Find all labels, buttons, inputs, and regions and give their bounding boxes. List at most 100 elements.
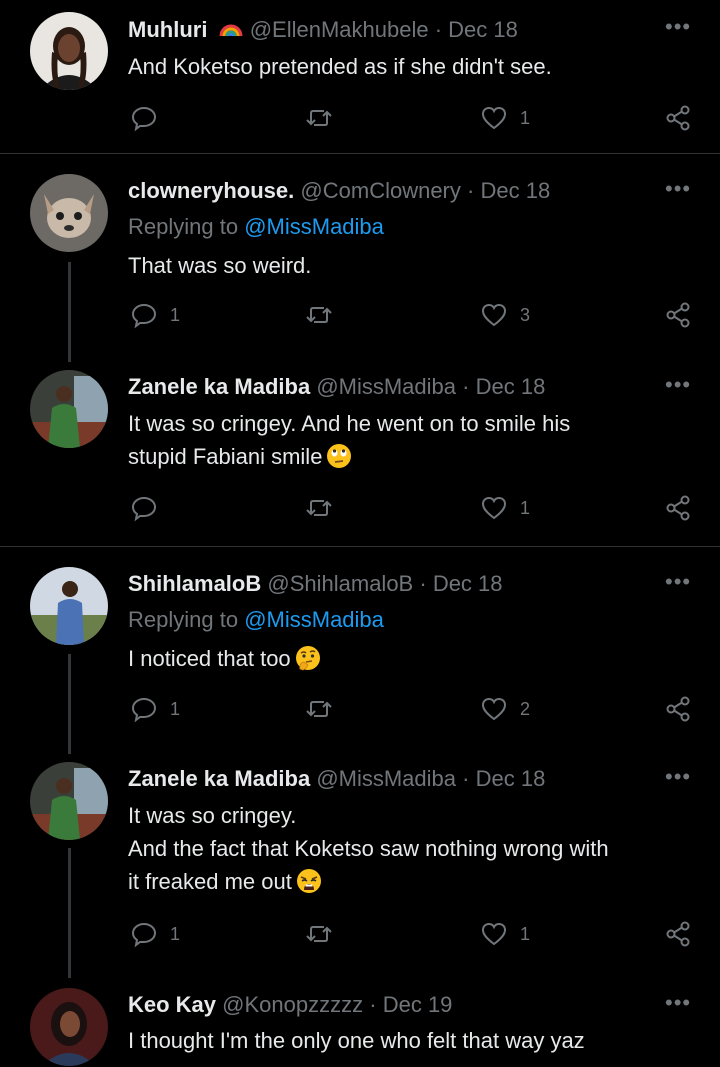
avatar[interactable] <box>30 370 108 448</box>
share-button[interactable] <box>664 695 692 723</box>
display-name[interactable]: clowneryhouse. <box>128 178 294 203</box>
like-count: 1 <box>520 107 531 128</box>
share-button[interactable] <box>664 494 692 522</box>
tweet[interactable]: Keo Kay @Konopzzzzz · Dec 19 ••• I thoug… <box>0 978 720 1067</box>
heart-icon <box>480 494 508 522</box>
retweet-button[interactable] <box>305 494 345 522</box>
reply-button[interactable]: 1 <box>130 920 180 948</box>
avatar[interactable] <box>30 762 108 840</box>
tweet-text-line: It was so cringey. And he went on to smi… <box>128 411 571 436</box>
tweet-text-line-content: it freaked me out <box>128 869 292 894</box>
thinking-face-icon <box>291 646 321 671</box>
display-name[interactable]: Muhluri <box>128 17 207 42</box>
timestamp[interactable]: Dec 18 <box>476 374 546 399</box>
display-name[interactable]: Zanele ka Madiba <box>128 766 310 791</box>
tweet-text-line: That was so weird. <box>128 253 312 278</box>
weary-face-icon <box>292 869 322 894</box>
replying-to-label: Replying to <box>128 214 239 239</box>
handle[interactable]: @ComClownery <box>300 178 460 203</box>
handle[interactable]: @EllenMakhubele <box>250 17 429 42</box>
separator: · <box>434 17 443 42</box>
reply-icon <box>130 695 158 723</box>
avatar[interactable] <box>30 12 108 90</box>
share-icon <box>664 104 692 132</box>
separator: · <box>419 571 427 596</box>
tweet-text-line: stupid Fabiani smile <box>128 440 698 473</box>
rainbow-icon <box>214 17 250 42</box>
heart-icon <box>480 301 508 329</box>
avatar[interactable] <box>30 988 108 1066</box>
tweet-text-line: it freaked me out <box>128 865 698 898</box>
tweet[interactable]: Muhluri @EllenMakhubele · Dec 18 ••• And… <box>0 0 720 153</box>
tweet-text-line-content: I noticed that too <box>128 646 291 671</box>
like-count: 2 <box>520 698 531 719</box>
retweet-icon <box>305 494 333 522</box>
like-button[interactable]: 1 <box>480 494 530 522</box>
handle[interactable]: @MissMadiba <box>316 374 456 399</box>
mention-link[interactable]: @MissMadiba <box>244 214 384 239</box>
tweet-text: I noticed that too <box>128 642 698 675</box>
tweet-text: I thought I'm the only one who felt that… <box>128 1024 698 1057</box>
more-options-icon[interactable]: ••• <box>665 14 691 40</box>
avatar[interactable] <box>30 174 108 252</box>
more-options-icon[interactable]: ••• <box>665 176 691 202</box>
share-button[interactable] <box>664 104 692 132</box>
like-button[interactable]: 2 <box>480 695 530 723</box>
retweet-icon <box>305 104 333 132</box>
tweet-text-line: And Koketso pretended as if she didn't s… <box>128 54 552 79</box>
more-options-icon[interactable]: ••• <box>665 764 691 790</box>
like-button[interactable]: 1 <box>480 104 530 132</box>
like-count: 1 <box>520 923 531 944</box>
reply-button[interactable]: 1 <box>130 695 180 723</box>
share-icon <box>664 695 692 723</box>
timestamp[interactable]: Dec 18 <box>433 571 503 596</box>
timestamp[interactable]: Dec 18 <box>476 766 546 791</box>
replying-to-label: Replying to <box>128 607 239 632</box>
reply-button[interactable]: 1 <box>130 301 180 329</box>
reply-button[interactable] <box>130 494 170 522</box>
like-count: 3 <box>520 304 531 325</box>
display-name[interactable]: ShihlamaloB <box>128 571 261 596</box>
timestamp[interactable]: Dec 19 <box>383 992 453 1017</box>
reply-button[interactable] <box>130 104 170 132</box>
retweet-icon <box>305 695 333 723</box>
display-name[interactable]: Keo Kay <box>128 992 216 1017</box>
tweet[interactable]: clowneryhouse. @ComClownery · Dec 18 •••… <box>0 154 720 354</box>
mention-link[interactable]: @MissMadiba <box>244 607 384 632</box>
timestamp[interactable]: Dec 18 <box>448 17 518 42</box>
retweet-button[interactable] <box>305 920 345 948</box>
display-name[interactable]: Zanele ka Madiba <box>128 374 310 399</box>
retweet-button[interactable] <box>305 301 345 329</box>
share-icon <box>664 920 692 948</box>
tweet[interactable]: ShihlamaloB @ShihlamaloB · Dec 18 ••• Re… <box>0 547 720 744</box>
tweet-actions: 1 <box>0 494 720 528</box>
heart-icon <box>480 104 508 132</box>
like-button[interactable]: 1 <box>480 920 530 948</box>
handle[interactable]: @MissMadiba <box>316 766 456 791</box>
like-count: 1 <box>520 497 531 518</box>
reply-icon <box>130 301 158 329</box>
reply-count: 1 <box>170 304 181 325</box>
retweet-button[interactable] <box>305 104 345 132</box>
avatar[interactable] <box>30 567 108 645</box>
tweet[interactable]: Zanele ka Madiba @MissMadiba · Dec 18 ••… <box>0 746 720 978</box>
handle[interactable]: @ShihlamaloB <box>267 571 413 596</box>
more-options-icon[interactable]: ••• <box>665 990 691 1016</box>
handle[interactable]: @Konopzzzzz <box>222 992 363 1017</box>
like-button[interactable]: 3 <box>480 301 530 329</box>
tweet[interactable]: Zanele ka Madiba @MissMadiba · Dec 18 ••… <box>0 354 720 546</box>
separator: · <box>462 374 470 399</box>
timestamp[interactable]: Dec 18 <box>480 178 550 203</box>
retweet-icon <box>305 301 333 329</box>
replying-to: Replying to @MissMadiba <box>128 214 384 240</box>
more-options-icon[interactable]: ••• <box>665 372 691 398</box>
reply-count: 1 <box>170 923 181 944</box>
tweet-actions: 1 <box>0 104 720 138</box>
share-button[interactable] <box>664 920 692 948</box>
reply-icon <box>130 494 158 522</box>
share-button[interactable] <box>664 301 692 329</box>
tweet-text-line: I thought I'm the only one who felt that… <box>128 1028 585 1053</box>
tweet-actions: 1 1 <box>0 920 720 954</box>
retweet-button[interactable] <box>305 695 345 723</box>
more-options-icon[interactable]: ••• <box>665 569 691 595</box>
